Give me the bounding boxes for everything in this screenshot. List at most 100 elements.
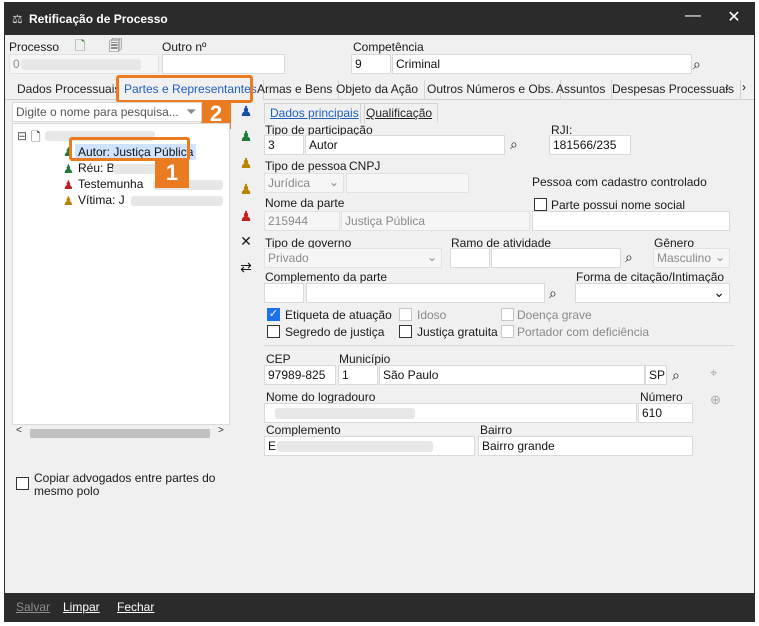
search-icon[interactable]: ⌕ — [549, 285, 557, 302]
tab-dados-processuais[interactable]: Dados Processuais — [11, 80, 128, 100]
tree-item-vitima[interactable]: Vítima: J — [78, 193, 125, 207]
numero-label: Número — [640, 390, 683, 404]
uf-field[interactable]: SP — [645, 365, 667, 385]
scroll-right-icon[interactable]: > — [218, 425, 224, 436]
highlight-autor — [69, 137, 190, 161]
chevron-down-icon: ⌄ — [426, 250, 437, 264]
nome-social-label: Parte possui nome social — [551, 198, 686, 212]
etiqueta-label: Etiqueta de atuação — [285, 308, 392, 322]
doenca-grave-checkbox[interactable] — [501, 308, 514, 321]
cnpj-field[interactable] — [346, 173, 469, 193]
etiqueta-checkbox[interactable]: ✓ — [267, 308, 280, 321]
justica-gratuita-checkbox[interactable] — [399, 325, 412, 338]
subtab-qualificacao[interactable]: Qualificação — [360, 103, 439, 123]
partes-tree: ⊟ 🗋 ♟ Autor: Justiça Pública ♟ Réu: B ♟ … — [12, 123, 230, 441]
justica-gratuita-label: Justiça gratuita — [417, 325, 498, 339]
nome-social-field[interactable] — [532, 211, 730, 231]
copy-lawyers-checkbox[interactable] — [16, 477, 29, 490]
filter-icon[interactable]: ⏷ — [186, 104, 196, 120]
close-button[interactable]: ✕ — [723, 7, 745, 29]
complemento-label: Complemento — [266, 423, 341, 437]
minimize-button[interactable]: — — [683, 7, 703, 29]
subtab-dados-principais[interactable]: Dados principais — [264, 103, 365, 123]
tipo-participacao-name-field[interactable]: Autor — [305, 135, 505, 155]
fechar-button[interactable]: Fechar — [117, 600, 154, 614]
person-icon: ♟ — [63, 194, 74, 208]
numero-field[interactable]: 610 — [638, 403, 693, 423]
map-icon[interactable]: ⊕ — [710, 392, 721, 408]
tipo-participacao-code-field[interactable]: 3 — [264, 135, 304, 155]
add-red-party-icon[interactable]: ♟ — [236, 208, 256, 228]
add-party-icon[interactable]: ♟ — [236, 103, 256, 123]
locate-cep-icon[interactable]: ⌖ — [710, 365, 717, 381]
search-icon[interactable]: ⌕ — [693, 56, 701, 73]
logradouro-label: Nome do logradouro — [266, 390, 376, 404]
genero-select[interactable]: Masculino ⌄ — [653, 248, 730, 268]
tree-item-testemunha[interactable]: Testemunha — [78, 177, 143, 191]
chevron-down-icon: ⌄ — [328, 175, 339, 189]
nome-social-checkbox[interactable] — [534, 198, 547, 211]
scroll-thumb[interactable] — [30, 429, 210, 438]
tree-horizontal-scrollbar[interactable]: < > — [12, 424, 230, 441]
tab-outros-numeros[interactable]: Outros Números e Obs. — [421, 80, 561, 100]
tipo-pessoa-select[interactable]: Jurídica ⌄ — [264, 173, 344, 193]
complemento-parte-field[interactable] — [306, 283, 545, 303]
competencia-code-field[interactable]: 9 — [351, 54, 391, 74]
redacted-text — [275, 408, 415, 419]
tab-armas-bens[interactable]: Armas e Bens — [251, 80, 340, 100]
redacted-text — [131, 196, 223, 206]
title-bar: ⚖ Retificação de Processo — ✕ — [5, 3, 754, 35]
portador-deficiencia-checkbox[interactable] — [501, 325, 514, 338]
idoso-checkbox[interactable] — [399, 308, 412, 321]
footer-bar: Salvar Limpar Fechar — [5, 593, 754, 621]
search-icon[interactable]: ⌕ — [625, 249, 633, 266]
doenca-grave-label: Doença grave — [517, 308, 592, 322]
idoso-label: Idoso — [417, 308, 447, 322]
cnpj-label: CNPJ — [349, 159, 381, 173]
rji-field[interactable]: 181566/235 — [549, 135, 631, 155]
window-title: Retificação de Processo — [29, 12, 168, 26]
tab-despesas-processuais[interactable]: Despesas Processuais — [606, 80, 742, 100]
tree-collapse-icon[interactable]: ⊟ — [17, 129, 27, 143]
tree-item-reu[interactable]: Réu: B — [78, 161, 115, 175]
swap-party-icon[interactable]: ⇄ — [236, 259, 256, 279]
nome-parte-code-field[interactable]: 215944 — [264, 211, 340, 231]
outro-label: Outro nº — [162, 40, 207, 54]
search-parte-input[interactable]: Digite o nome para pesquisa... — [12, 102, 202, 122]
outro-numero-field[interactable] — [162, 54, 285, 74]
scroll-left-icon[interactable]: < — [16, 425, 22, 436]
cep-field[interactable]: 97989-825 — [264, 365, 336, 385]
cadastro-controlado-label: Pessoa com cadastro controlado — [532, 175, 707, 189]
add-yellow-party-icon[interactable]: ♟ — [236, 155, 256, 175]
forma-citacao-select[interactable]: ⌄ — [575, 283, 730, 303]
complemento-parte-code-field[interactable] — [264, 283, 304, 303]
tipo-governo-select[interactable]: Privado ⌄ — [264, 248, 442, 268]
limpar-button[interactable]: Limpar — [63, 600, 100, 614]
add-green-party-icon[interactable]: ♟ — [236, 128, 256, 148]
chevron-down-icon: ⌄ — [713, 284, 725, 300]
competencia-name-field[interactable]: Criminal — [392, 54, 692, 74]
dialog-window: ⚖ Retificação de Processo — ✕ Processo 🗋… — [4, 2, 755, 622]
ramo-atividade-code-field[interactable] — [450, 248, 490, 268]
municipio-code-field[interactable]: 1 — [338, 365, 378, 385]
municipio-name-field[interactable]: São Paulo — [379, 365, 645, 385]
ramo-atividade-name-field[interactable] — [491, 248, 621, 268]
search-icon[interactable]: ⌕ — [510, 136, 518, 153]
copy-lawyers-label: Copiar advogados entre partes do mesmo p… — [34, 471, 216, 498]
tab-assuntos[interactable]: Assuntos — [550, 80, 613, 100]
tab-next-button[interactable]: › — [742, 80, 746, 94]
divider — [264, 345, 734, 346]
segredo-justica-checkbox[interactable] — [267, 325, 280, 338]
cep-label: CEP — [266, 352, 291, 366]
nome-parte-field[interactable]: Justiça Pública — [341, 211, 530, 231]
remove-party-icon[interactable]: ✕ — [236, 233, 256, 253]
bairro-label: Bairro — [480, 423, 513, 437]
salvar-button[interactable]: Salvar — [16, 600, 50, 614]
tab-prev-button[interactable]: ‹ — [725, 80, 729, 94]
person-icon: ♟ — [63, 178, 74, 192]
tab-objeto-acao[interactable]: Objeto da Ação — [330, 80, 426, 100]
chevron-down-icon: ⌄ — [714, 250, 725, 264]
add-representative-icon[interactable]: ♟ — [236, 181, 256, 201]
bairro-field[interactable]: Bairro grande — [478, 436, 693, 456]
search-icon[interactable]: ⌕ — [672, 367, 680, 384]
